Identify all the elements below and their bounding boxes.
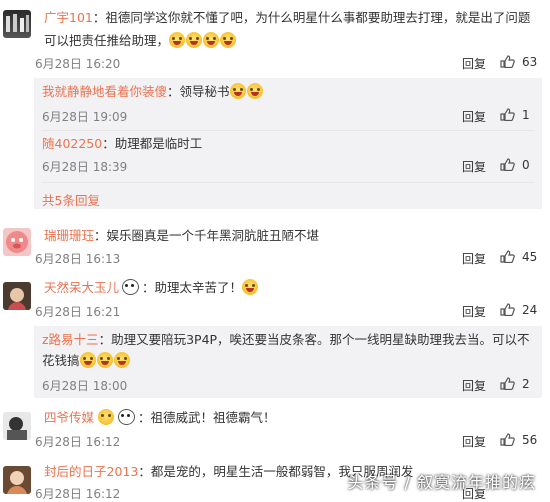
like-count: 45 <box>522 250 538 264</box>
reply-button[interactable]: 回复 <box>462 303 486 320</box>
reply-button[interactable]: 回复 <box>462 108 486 125</box>
username-link[interactable]: 天然呆大玉儿 <box>44 280 119 295</box>
reply-item: 随402250：助理都是临时工 6月28日 18:39 回复 0 <box>42 134 542 179</box>
thumbs-up-icon <box>500 158 515 171</box>
comment-4: 四爷传媒 ：祖德威武！祖德霸气！ 6月28日 16:12 回复 56 <box>0 406 550 456</box>
timestamp: 6月28日 18:00 <box>42 379 128 393</box>
like-button[interactable]: 63 <box>500 55 537 69</box>
reply-button[interactable]: 回复 <box>462 55 486 72</box>
avatar[interactable] <box>3 228 31 256</box>
avatar[interactable] <box>3 466 31 494</box>
username-link[interactable]: 四爷传媒 <box>44 410 94 425</box>
reply-button[interactable]: 回复 <box>462 433 486 450</box>
laugh-cry-emoji-icon <box>186 32 203 48</box>
comment-text: 助理太辛苦了！ <box>154 280 243 295</box>
like-count: 24 <box>522 303 538 317</box>
like-button[interactable]: 24 <box>500 303 537 317</box>
avatar[interactable] <box>3 412 31 440</box>
separator: ： <box>138 410 151 425</box>
avatar[interactable] <box>3 10 31 38</box>
comment-1: 广宇101：祖德同学这你就不懂了吧，为什么明星什么事都要助理去打理，就是出了问题… <box>0 0 550 209</box>
separator: ： <box>102 136 115 151</box>
username-link[interactable]: z路易十三 <box>42 332 99 347</box>
timestamp: 6月28日 16:12 <box>35 487 121 501</box>
thumbs-up-icon <box>500 377 515 390</box>
separator: ： <box>142 280 155 295</box>
comment-text: 祖德同学这你就不懂了吧，为什么明星什么事都要助理去打理，就是出了问题可以把责任推… <box>44 10 531 48</box>
replies-panel: z路易十三：助理又要陪玩3P4P，唉还要当皮条客。那个一线明星缺助理我去当。可以… <box>34 326 542 398</box>
comment-text: 娱乐圈真是一个千年黑洞肮脏丑陋不堪 <box>106 228 320 243</box>
timestamp: 6月28日 16:21 <box>35 305 121 319</box>
username-link[interactable]: 封后的日子2013 <box>44 464 138 479</box>
replies-panel: 我就静静地看着你装傻：领导秘书 6月28日 19:09 回复 1 随402250… <box>34 78 542 209</box>
thumbs-up-icon <box>500 433 515 446</box>
kiss-emoji-icon <box>98 409 115 425</box>
timestamp: 6月28日 18:39 <box>42 160 128 174</box>
divider <box>42 130 534 131</box>
comment-3: 天然呆大玉儿 ：助理太辛苦了！ 6月28日 16:21 回复 24 z路易十三：助… <box>0 276 550 401</box>
laugh-cry-emoji-icon <box>169 32 186 48</box>
like-button[interactable]: 45 <box>500 250 537 264</box>
comment-text-block: 广宇101：祖德同学这你就不懂了吧，为什么明星什么事都要助理去打理，就是出了问题… <box>44 6 542 52</box>
comment-text: 祖德威武！祖德霸气！ <box>150 410 276 425</box>
thumbs-up-icon <box>500 303 515 316</box>
avatar[interactable] <box>3 282 31 310</box>
reply-item: 我就静静地看着你装傻：领导秘书 6月28日 19:09 回复 1 <box>42 82 542 127</box>
more-replies-link[interactable]: 共5条回复 <box>42 190 100 209</box>
username-link[interactable]: 我就静静地看着你装傻 <box>42 84 167 99</box>
avatar-image <box>6 231 28 253</box>
panda-badge-icon <box>118 409 136 425</box>
separator: ： <box>167 84 180 99</box>
reply-button[interactable]: 回复 <box>462 250 486 267</box>
like-count: 56 <box>522 433 538 447</box>
like-button[interactable]: 56 <box>500 433 537 447</box>
timestamp: 6月28日 16:12 <box>35 435 121 449</box>
thumbs-up-icon <box>500 55 515 68</box>
avatar-image <box>6 14 29 32</box>
reply-button[interactable]: 回复 <box>462 158 486 175</box>
laughing-emoji-icon <box>113 352 130 368</box>
laugh-cry-emoji-icon <box>229 83 246 99</box>
laugh-cry-emoji-icon <box>220 32 237 48</box>
like-count: 63 <box>522 55 538 69</box>
like-count: 2 <box>522 377 530 391</box>
like-button[interactable]: 1 <box>500 108 530 122</box>
like-count: 0 <box>522 158 530 172</box>
avatar-image <box>3 466 31 494</box>
comment-2: 瑞珊珊珏：娱乐圈真是一个千年黑洞肮脏丑陋不堪 6月28日 16:13 回复 45 <box>0 224 550 274</box>
reply-text: 领导秘书 <box>179 84 230 99</box>
like-button[interactable]: 2 <box>500 377 530 391</box>
separator: ： <box>92 10 106 25</box>
username-link[interactable]: 瑞珊珊珏 <box>44 228 94 243</box>
reply-button[interactable]: 回复 <box>462 377 486 394</box>
separator: ： <box>98 332 112 347</box>
timestamp: 6月28日 19:09 <box>42 110 128 124</box>
laugh-cry-emoji-icon <box>246 83 263 99</box>
laugh-cry-emoji-icon <box>203 32 220 48</box>
laughing-emoji-icon <box>79 352 96 368</box>
username-link[interactable]: 广宇101 <box>44 10 93 25</box>
watermark: 头条号 / 叙寞流年推的痃 <box>347 473 536 492</box>
username-link[interactable]: 随402250 <box>42 136 102 151</box>
thumbs-up-icon <box>500 108 515 121</box>
timestamp: 6月28日 16:20 <box>35 57 121 71</box>
like-count: 1 <box>522 108 530 122</box>
separator: ： <box>94 228 107 243</box>
timestamp: 6月28日 16:13 <box>35 252 121 266</box>
avatar-image <box>3 282 31 310</box>
laughing-emoji-icon <box>96 352 113 368</box>
laugh-cry-emoji-icon <box>242 279 259 295</box>
comment-text-block: 天然呆大玉儿 ：助理太辛苦了！ <box>44 276 542 299</box>
reply-text: 助理都是临时工 <box>114 136 203 151</box>
comment-text-block: 四爷传媒 ：祖德威武！祖德霸气！ <box>44 406 542 429</box>
separator: ： <box>138 464 151 479</box>
avatar-image <box>3 412 31 440</box>
comment-text-block: 瑞珊珊珏：娱乐圈真是一个千年黑洞肮脏丑陋不堪 <box>44 224 542 247</box>
like-button[interactable]: 0 <box>500 158 530 172</box>
reply-item: z路易十三：助理又要陪玩3P4P，唉还要当皮条客。那个一线明星缺助理我去当。可以… <box>42 329 532 395</box>
panda-badge-icon <box>122 279 140 295</box>
divider <box>42 182 534 183</box>
thumbs-up-icon <box>500 250 515 263</box>
